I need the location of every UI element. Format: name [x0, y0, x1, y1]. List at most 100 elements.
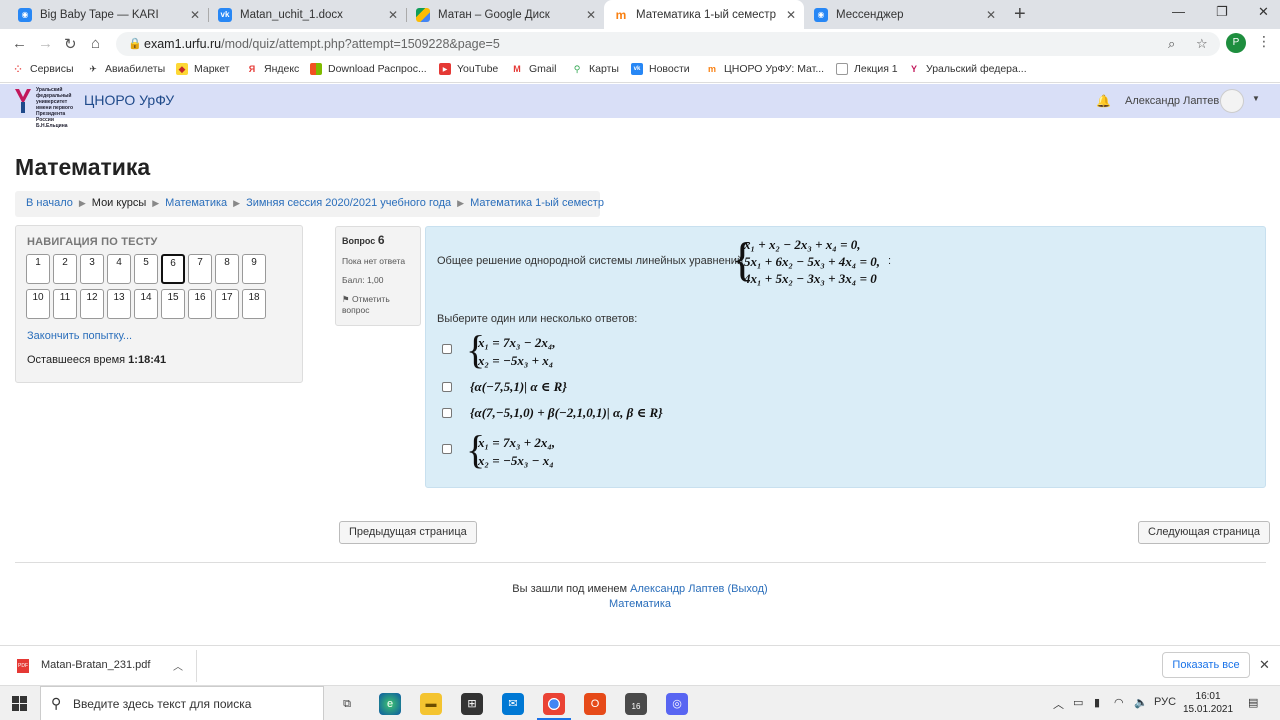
user-name[interactable]: Александр Лаптев: [1125, 95, 1219, 107]
new-tab-icon[interactable]: +: [1014, 3, 1026, 26]
question-nav-button[interactable]: 4: [107, 254, 131, 284]
bookmark-yandex[interactable]: Я Яндекс: [246, 63, 300, 75]
bookmark-youtube[interactable]: ▶ YouTube: [439, 63, 498, 75]
discord-icon[interactable]: ◎: [666, 693, 688, 715]
bookmark-lecture[interactable]: Лекция 1: [836, 63, 898, 75]
question-nav-button[interactable]: 14: [134, 289, 158, 319]
tray-chevron-up-icon[interactable]: ︿: [1053, 696, 1064, 712]
volume-icon[interactable]: 🔈: [1134, 696, 1148, 709]
close-icon[interactable]: ✕: [1259, 657, 1270, 673]
tab-4-active[interactable]: m Математика 1-ый семестр ✕: [604, 0, 804, 29]
user-avatar[interactable]: [1220, 89, 1244, 113]
close-icon[interactable]: ✕: [786, 8, 796, 22]
close-icon[interactable]: ✕: [986, 8, 996, 22]
answer-checkbox[interactable]: [442, 344, 452, 354]
bookmark-download[interactable]: Download Распрос...: [310, 63, 427, 75]
network-icon[interactable]: ▭: [1073, 696, 1083, 709]
question-nav-button[interactable]: 15: [161, 289, 185, 319]
language-indicator[interactable]: РУС: [1154, 696, 1176, 708]
previous-page-button[interactable]: Предыдущая страница: [339, 521, 477, 544]
breadcrumb-quiz[interactable]: Математика 1-ый семестр: [470, 197, 604, 209]
finish-attempt-link[interactable]: Закончить попытку...: [27, 330, 132, 342]
minimize-icon[interactable]: —: [1172, 4, 1185, 19]
notifications-icon[interactable]: ▤: [1248, 696, 1258, 709]
bookmark-services[interactable]: ⁘ Сервисы: [12, 63, 73, 75]
task-view-icon[interactable]: ⧉: [336, 693, 358, 715]
site-name[interactable]: ЦНОРО УрФУ: [84, 92, 174, 108]
taskbar-search[interactable]: ⚲ Введите здесь текст для поиска: [40, 686, 324, 720]
chevron-down-icon[interactable]: ▼: [1252, 94, 1260, 103]
back-icon[interactable]: ←: [12, 35, 27, 52]
maximize-icon[interactable]: ❐: [1216, 4, 1228, 20]
chrome-icon[interactable]: [543, 693, 565, 715]
flag-question-button[interactable]: ⚑ Отметить вопрос: [342, 294, 414, 315]
answer-checkbox[interactable]: [442, 444, 452, 454]
question-nav-button[interactable]: 12: [80, 289, 104, 319]
reload-icon[interactable]: ↻: [64, 35, 77, 53]
address-bar[interactable]: 🔒 exam1.urfu.ru/mod/quiz/attempt.php?att…: [116, 32, 1220, 56]
app-badge-icon[interactable]: 16: [625, 693, 647, 715]
question-nav-button[interactable]: 2: [53, 254, 77, 284]
tab-2[interactable]: vk Matan_uchit_1.docx ✕: [208, 0, 406, 29]
urfu-logo-icon[interactable]: [14, 88, 32, 114]
taskbar-clock[interactable]: 16:01 15.01.2021: [1183, 690, 1233, 716]
breadcrumb-course[interactable]: Математика: [165, 197, 227, 209]
notification-bell-icon[interactable]: 🔔: [1096, 94, 1111, 108]
download-file-name[interactable]: Matan-Bratan_231.pdf: [41, 659, 150, 671]
bookmark-news[interactable]: vk Новости: [631, 63, 690, 75]
question-nav-button[interactable]: 6: [161, 254, 185, 284]
breadcrumb-home[interactable]: В начало: [26, 197, 73, 209]
close-icon[interactable]: ✕: [388, 8, 398, 22]
bookmark-market[interactable]: ◆ Маркет: [176, 63, 230, 75]
browser-menu-icon[interactable]: ⋮: [1257, 33, 1271, 50]
bookmark-star-icon[interactable]: ☆: [1196, 36, 1208, 52]
battery-icon[interactable]: ▮: [1094, 696, 1100, 709]
question-nav-button[interactable]: 3: [80, 254, 104, 284]
tab-3[interactable]: Матан – Google Диск ✕: [406, 0, 604, 29]
footer-logout-link[interactable]: (Выход): [727, 583, 767, 595]
profile-avatar[interactable]: P: [1226, 33, 1246, 53]
question-nav-button[interactable]: 9: [242, 254, 266, 284]
home-icon[interactable]: ⌂: [91, 35, 100, 52]
answer-checkbox[interactable]: [442, 382, 452, 392]
question-nav-button[interactable]: 13: [107, 289, 131, 319]
question-nav-button[interactable]: 11: [53, 289, 77, 319]
windows-start-icon[interactable]: [12, 696, 27, 711]
breadcrumb-session[interactable]: Зимняя сессия 2020/2021 учебного года: [246, 197, 451, 209]
tab-1[interactable]: ◉ Big Baby Tape — KARI ✕: [8, 0, 208, 29]
footer-user-link[interactable]: Александр Лаптев: [630, 583, 724, 595]
bookmark-maps[interactable]: ⚲ Карты: [571, 63, 619, 75]
bookmark-aviatickets[interactable]: ✈ Авиабилеты: [87, 63, 165, 75]
close-icon[interactable]: ✕: [586, 8, 596, 22]
bookmark-urfu[interactable]: Y Уральский федера...: [908, 63, 1027, 75]
store-icon[interactable]: ⊞: [461, 693, 483, 715]
chevron-up-icon[interactable]: ︿: [173, 658, 183, 673]
question-nav-button[interactable]: 17: [215, 289, 239, 319]
question-nav-button[interactable]: 18: [242, 289, 266, 319]
close-icon[interactable]: ✕: [190, 8, 200, 22]
next-page-button[interactable]: Следующая страница: [1138, 521, 1270, 544]
bookmark-gmail[interactable]: M Gmail: [511, 63, 556, 75]
window-close-icon[interactable]: ✕: [1258, 4, 1269, 20]
question-nav-button[interactable]: 1: [26, 254, 50, 284]
mail-icon[interactable]: ✉: [502, 693, 524, 715]
lock-icon[interactable]: 🔒: [128, 37, 142, 50]
question-nav-button[interactable]: 7: [188, 254, 212, 284]
wifi-icon[interactable]: ◠: [1114, 696, 1124, 709]
tab-5[interactable]: ◉ Мессенджер ✕: [804, 0, 1004, 29]
office-icon[interactable]: O: [584, 693, 606, 715]
question-nav-button[interactable]: 16: [188, 289, 212, 319]
file-explorer-icon[interactable]: ▬: [420, 693, 442, 715]
answer-checkbox[interactable]: [442, 408, 452, 418]
edge-icon[interactable]: e: [379, 693, 401, 715]
brace-icon: {: [466, 327, 486, 372]
zoom-icon[interactable]: ⌕: [1168, 36, 1175, 52]
url-text[interactable]: exam1.urfu.ru/mod/quiz/attempt.php?attem…: [144, 37, 500, 51]
footer-course-link[interactable]: Математика: [609, 598, 671, 610]
question-nav-button[interactable]: 10: [26, 289, 50, 319]
show-all-button[interactable]: Показать все: [1162, 652, 1250, 678]
bookmark-cnoro[interactable]: m ЦНОРО УрФУ: Мат...: [706, 63, 824, 75]
question-nav-button[interactable]: 8: [215, 254, 239, 284]
forward-icon[interactable]: →: [38, 35, 53, 52]
question-nav-button[interactable]: 5: [134, 254, 158, 284]
